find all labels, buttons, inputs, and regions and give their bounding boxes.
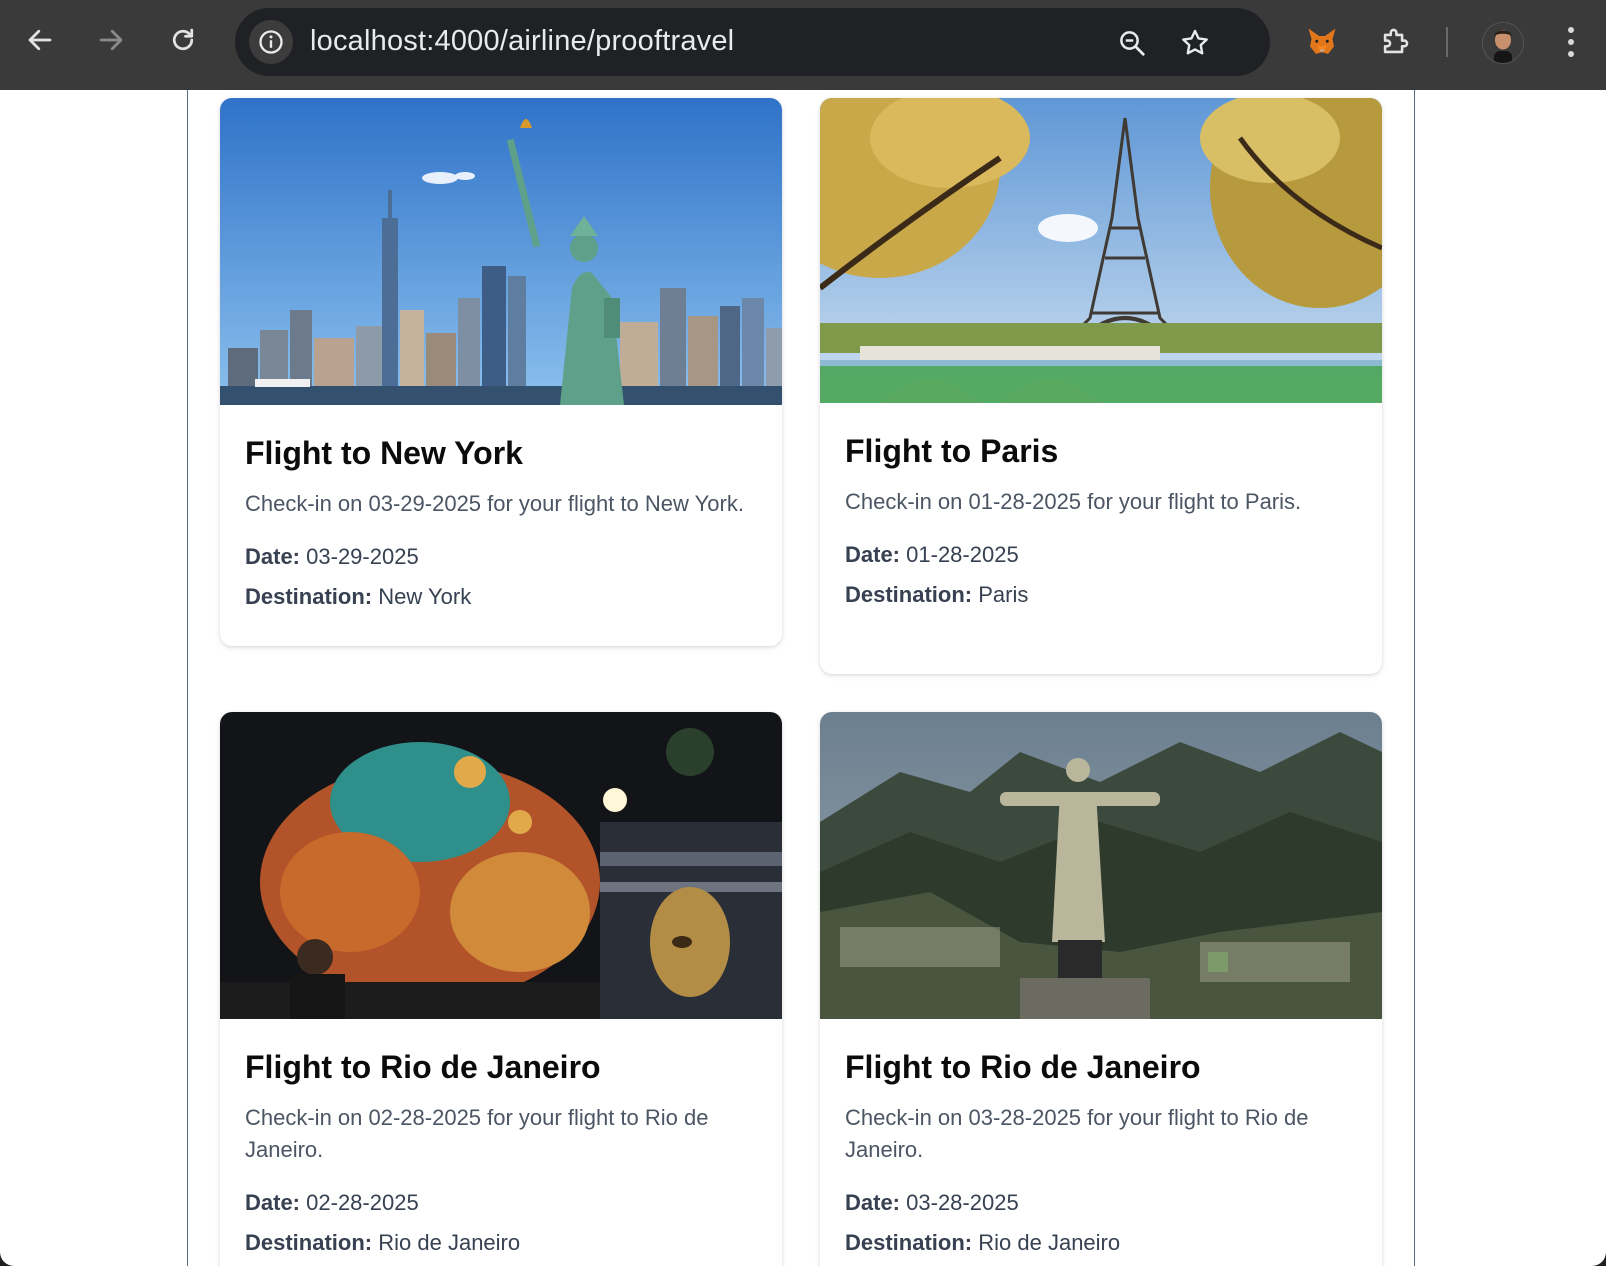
- metamask-extension-button[interactable]: [1302, 22, 1342, 62]
- new-york-image: [220, 98, 782, 405]
- date-value: 03-28-2025: [906, 1190, 1019, 1215]
- date-value: 01-28-2025: [906, 542, 1019, 567]
- bookmark-button[interactable]: [1178, 26, 1212, 60]
- destination-label: Destination:: [845, 1230, 973, 1255]
- browser-toolbar: localhost:4000/airline/prooftravel: [0, 0, 1606, 90]
- destination-row: Destination: Rio de Janeiro: [245, 1228, 757, 1258]
- zoom-button[interactable]: [1115, 26, 1149, 60]
- date-row: Date: 01-28-2025: [845, 540, 1357, 570]
- date-label: Date:: [245, 1190, 301, 1215]
- forward-button[interactable]: [89, 18, 133, 62]
- back-arrow-icon: [28, 29, 52, 51]
- card-description: Check-in on 03-29-2025 for your flight t…: [245, 491, 744, 516]
- extensions-puzzle-icon: [1383, 28, 1409, 54]
- paris-image: [820, 98, 1382, 403]
- card-title: Flight to Rio de Janeiro: [245, 1049, 601, 1085]
- site-info-icon: [259, 30, 283, 54]
- date-row: Date: 02-28-2025: [245, 1188, 757, 1218]
- extensions-button[interactable]: [1375, 22, 1415, 62]
- profile-avatar[interactable]: [1482, 22, 1524, 64]
- date-value: 03-29-2025: [306, 544, 419, 569]
- more-menu-icon: [1568, 27, 1574, 33]
- metamask-fox-icon: [1308, 28, 1336, 54]
- card-title: Flight to Rio de Janeiro: [845, 1049, 1201, 1085]
- reload-icon: [172, 28, 194, 51]
- christ-redeemer-image: [820, 712, 1382, 1019]
- date-row: Date: 03-28-2025: [845, 1188, 1357, 1218]
- toolbar-divider: [1446, 27, 1448, 57]
- reload-button[interactable]: [161, 18, 205, 62]
- more-menu-dot: [1568, 39, 1574, 45]
- destination-row: Destination: New York: [245, 582, 757, 612]
- date-label: Date:: [245, 544, 301, 569]
- address-bar[interactable]: localhost:4000/airline/prooftravel: [235, 8, 1270, 76]
- destination-value: Paris: [978, 582, 1029, 607]
- forward-arrow-icon: [99, 29, 123, 51]
- card-description: Check-in on 01-28-2025 for your flight t…: [845, 489, 1302, 514]
- destination-label: Destination:: [245, 1230, 373, 1255]
- date-row: Date: 03-29-2025: [245, 542, 757, 572]
- back-button[interactable]: [18, 18, 62, 62]
- more-menu-button[interactable]: [1556, 22, 1586, 62]
- zoom-icon: [1120, 31, 1145, 56]
- date-label: Date:: [845, 542, 901, 567]
- url-text[interactable]: localhost:4000/airline/prooftravel: [310, 25, 734, 58]
- destination-row: Destination: Paris: [845, 580, 1357, 610]
- date-label: Date:: [845, 1190, 901, 1215]
- rio-carnival-image: [220, 712, 782, 1019]
- more-menu-dot: [1568, 51, 1574, 57]
- bookmark-star-icon: [1182, 29, 1208, 55]
- card-title: Flight to New York: [245, 435, 523, 471]
- flight-card-rio-de-janeiro-1[interactable]: Flight to Rio de Janeiro Check-in on 02-…: [220, 712, 782, 1266]
- card-description: Check-in on 03-28-2025 for your flight t…: [845, 1105, 1309, 1162]
- card-description: Check-in on 02-28-2025 for your flight t…: [245, 1105, 709, 1162]
- destination-label: Destination:: [845, 582, 973, 607]
- flight-card-paris[interactable]: Flight to Paris Check-in on 01-28-2025 f…: [820, 98, 1382, 674]
- flight-card-rio-de-janeiro-2[interactable]: Flight to Rio de Janeiro Check-in on 03-…: [820, 712, 1382, 1266]
- destination-value: Rio de Janeiro: [978, 1230, 1121, 1255]
- card-title: Flight to Paris: [845, 433, 1059, 469]
- date-value: 02-28-2025: [306, 1190, 419, 1215]
- destination-label: Destination:: [245, 584, 373, 609]
- destination-value: Rio de Janeiro: [378, 1230, 521, 1255]
- destination-value: New York: [378, 584, 472, 609]
- destination-row: Destination: Rio de Janeiro: [845, 1228, 1357, 1258]
- page-viewport: Flight to New York Check-in on 03-29-202…: [0, 90, 1606, 1266]
- site-info-button[interactable]: [249, 20, 293, 64]
- flight-card-new-york[interactable]: Flight to New York Check-in on 03-29-202…: [220, 98, 782, 646]
